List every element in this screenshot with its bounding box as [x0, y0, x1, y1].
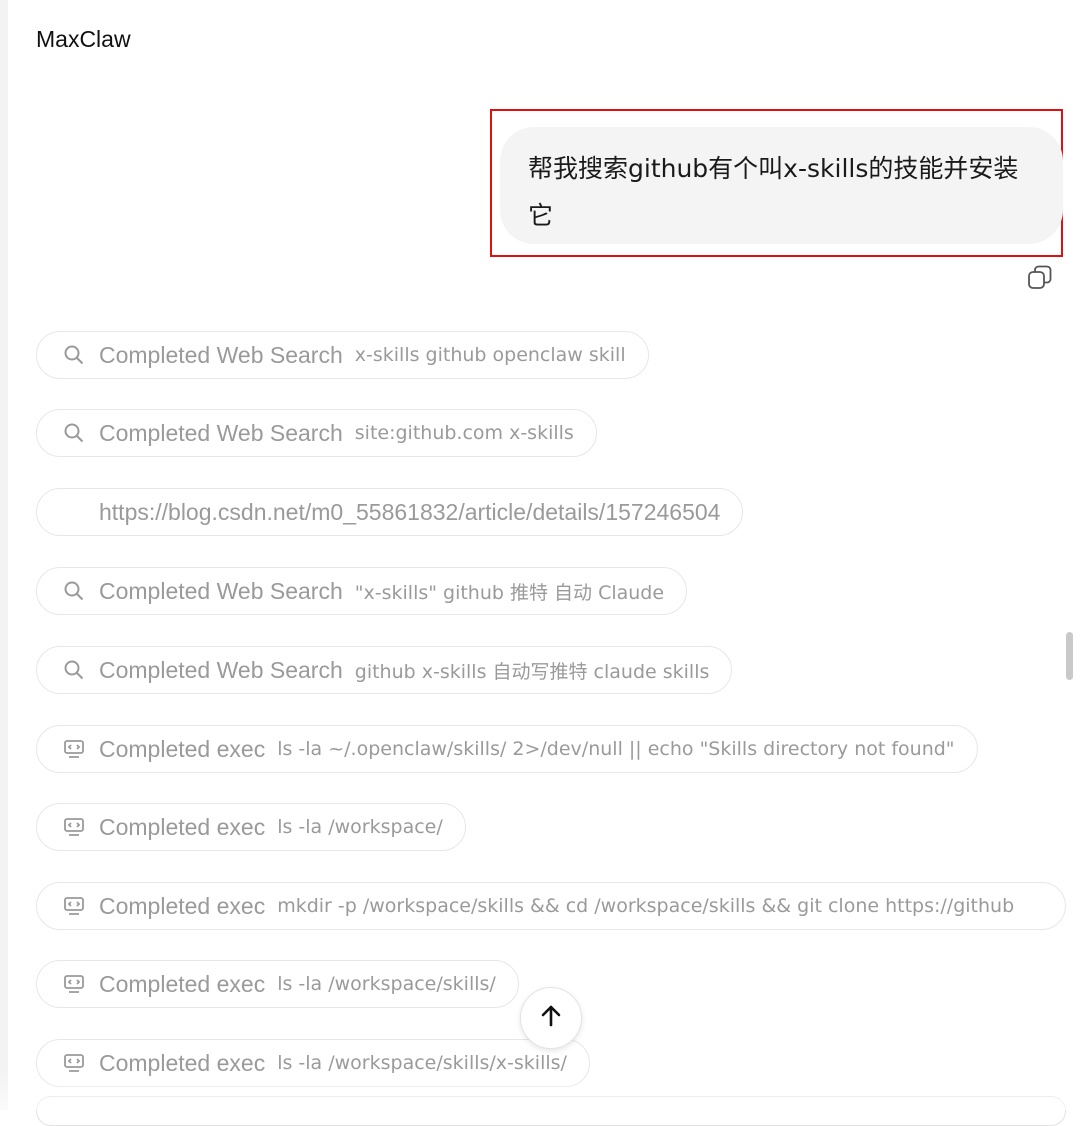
- terminal-icon: [63, 738, 85, 760]
- left-panel-edge: [0, 0, 8, 1110]
- copy-icon[interactable]: [1026, 264, 1054, 292]
- step-detail: ls -la /workspace/: [277, 816, 443, 838]
- terminal-icon: [63, 895, 85, 917]
- step-web-search[interactable]: Completed Web Search site:github.com x-s…: [36, 409, 597, 457]
- step-exec[interactable]: Completed exec ls -la /workspace/skills/…: [36, 1039, 590, 1087]
- step-detail: ls -la ~/.openclaw/skills/ 2>/dev/null |…: [277, 738, 955, 760]
- step-web-search[interactable]: Completed Web Search github x-skills 自动写…: [36, 646, 733, 694]
- step-status: Completed exec: [99, 970, 266, 997]
- step-detail: site:github.com x-skills: [354, 422, 574, 444]
- search-icon: [63, 422, 85, 444]
- step-detail: x-skills github openclaw skill: [354, 344, 626, 366]
- terminal-icon: [63, 816, 85, 838]
- step-exec[interactable]: Completed exec ls -la ~/.openclaw/skills…: [36, 725, 978, 773]
- step-status: Completed Web Search: [99, 341, 343, 368]
- step-status: Completed exec: [99, 1049, 266, 1076]
- step-web-fetch[interactable]: https://blog.csdn.net/m0_55861832/articl…: [36, 488, 744, 536]
- step-detail: ls -la /workspace/skills/x-skills/: [277, 1052, 567, 1074]
- step-detail: mkdir -p /workspace/skills && cd /worksp…: [277, 895, 1015, 917]
- step-detail: github x-skills 自动写推特 claude skills: [354, 660, 710, 683]
- step-detail: ls -la /workspace/skills/: [277, 973, 496, 995]
- search-icon: [63, 344, 85, 366]
- step-url: https://blog.csdn.net/m0_55861832/articl…: [99, 498, 721, 525]
- step-status: Completed Web Search: [99, 419, 343, 446]
- step-status: Completed exec: [99, 735, 266, 762]
- app-title: MaxClaw: [36, 26, 131, 52]
- terminal-icon: [63, 1052, 85, 1074]
- search-icon: [63, 580, 85, 602]
- step-status: Completed exec: [99, 813, 266, 840]
- scrollbar-thumb[interactable]: [1066, 632, 1073, 680]
- step-web-search[interactable]: Completed Web Search "x-skills" github 推…: [36, 567, 688, 615]
- terminal-icon: [63, 973, 85, 995]
- step-exec[interactable]: Completed exec mkdir -p /workspace/skill…: [36, 882, 1066, 930]
- user-message-bubble: 帮我搜索github有个叫x-skills的技能并安装它: [500, 127, 1063, 244]
- step-web-search[interactable]: Completed Web Search x-skills github ope…: [36, 331, 649, 379]
- message-input-box[interactable]: [36, 1096, 1066, 1126]
- step-status: Completed Web Search: [99, 577, 343, 604]
- step-status: Completed Web Search: [99, 656, 343, 683]
- step-status: Completed exec: [99, 892, 266, 919]
- step-exec[interactable]: Completed exec ls -la /workspace/skills/: [36, 960, 519, 1008]
- step-exec[interactable]: Completed exec ls -la /workspace/: [36, 803, 466, 851]
- step-detail: "x-skills" github 推特 自动 Claude: [354, 581, 665, 604]
- search-icon: [63, 659, 85, 681]
- scroll-to-top-button[interactable]: [520, 987, 582, 1049]
- arrow-up-icon: [538, 1003, 564, 1034]
